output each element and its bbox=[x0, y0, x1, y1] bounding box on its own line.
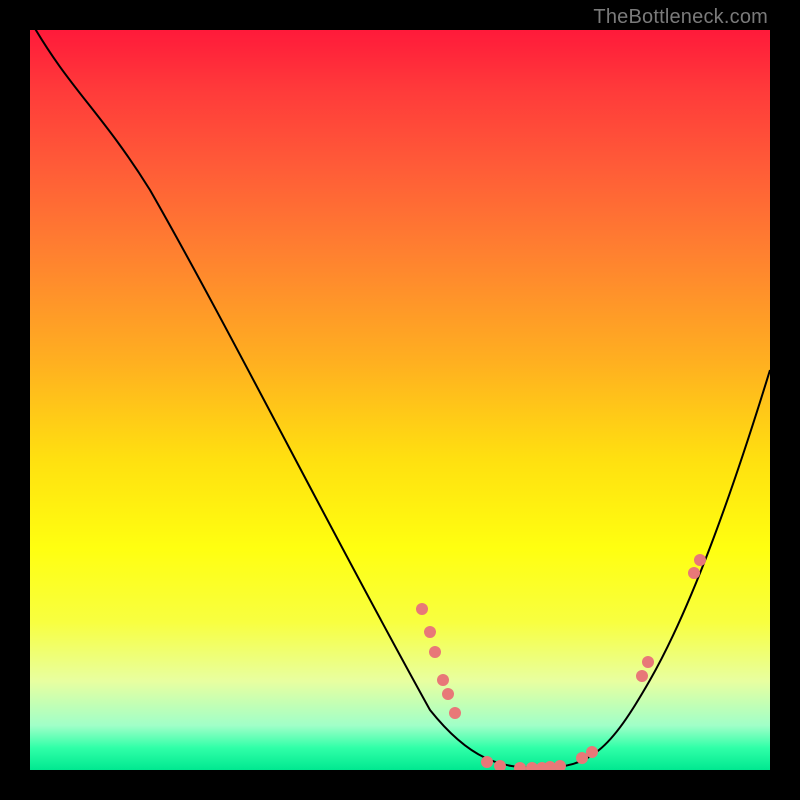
data-point bbox=[449, 707, 461, 719]
data-points bbox=[416, 554, 706, 770]
data-point bbox=[694, 554, 706, 566]
data-point bbox=[424, 626, 436, 638]
chart-svg bbox=[30, 30, 770, 770]
data-point bbox=[429, 646, 441, 658]
data-point bbox=[688, 567, 700, 579]
data-point bbox=[514, 762, 526, 770]
data-point bbox=[442, 688, 454, 700]
data-point bbox=[437, 674, 449, 686]
bottleneck-curve bbox=[30, 30, 770, 768]
data-point bbox=[636, 670, 648, 682]
data-point bbox=[642, 656, 654, 668]
data-point bbox=[554, 760, 566, 770]
plot-area bbox=[30, 30, 770, 770]
data-point bbox=[481, 756, 493, 768]
data-point bbox=[586, 746, 598, 758]
data-point bbox=[416, 603, 428, 615]
data-point bbox=[576, 752, 588, 764]
watermark-text: TheBottleneck.com bbox=[593, 6, 768, 29]
chart-container: TheBottleneck.com bbox=[0, 0, 800, 800]
